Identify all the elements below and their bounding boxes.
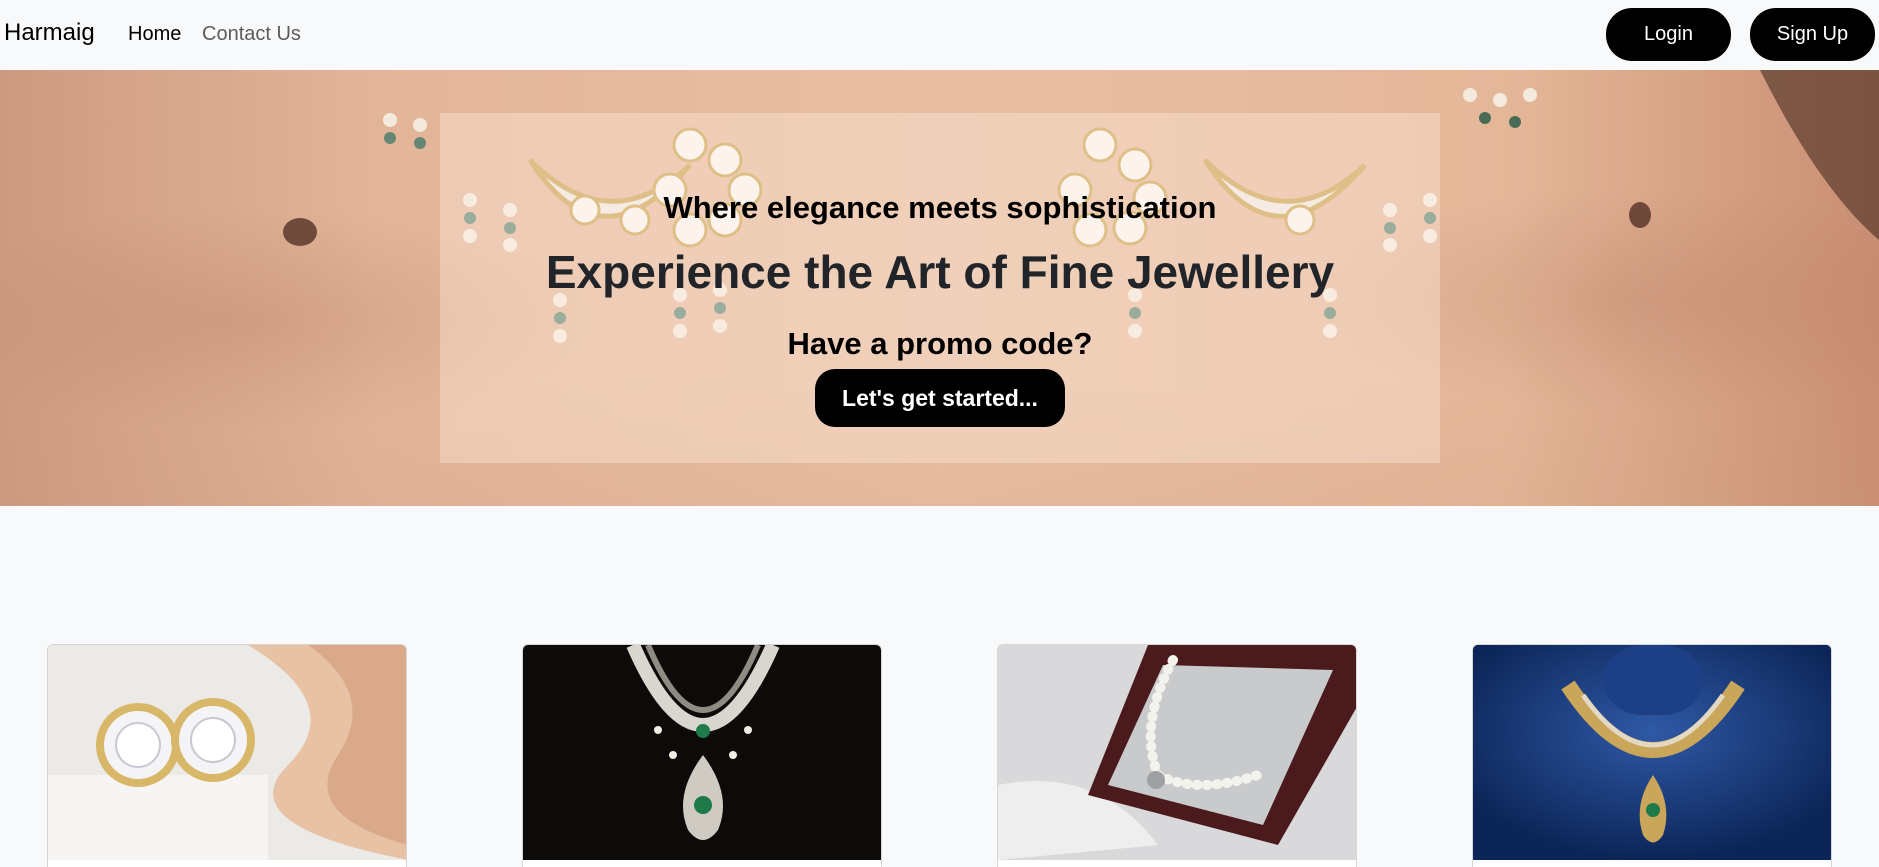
get-started-button[interactable]: Let's get started...	[815, 369, 1065, 427]
diamond-stud-earrings-image	[48, 645, 406, 860]
top-navbar: Harmaig Home Contact Us Login Sign Up	[0, 0, 1879, 70]
diamond-emerald-necklace-image	[523, 645, 881, 860]
product-card[interactable]	[47, 644, 407, 867]
hero-banner: Where elegance meets sophistication Expe…	[0, 70, 1879, 506]
promo-code-prompt: Have a promo code?	[787, 326, 1093, 361]
product-card[interactable]	[1472, 644, 1832, 867]
product-card[interactable]	[997, 644, 1357, 867]
pearl-necklace-box-image	[998, 645, 1356, 860]
login-button[interactable]: Login	[1606, 8, 1731, 61]
signup-button[interactable]: Sign Up	[1750, 8, 1875, 61]
nav-link-contact-us[interactable]: Contact Us	[202, 23, 301, 46]
hero-headline: Experience the Art of Fine Jewellery	[545, 246, 1335, 298]
hero-text-panel: Where elegance meets sophistication Expe…	[440, 113, 1440, 463]
hero-tagline: Where elegance meets sophistication	[663, 190, 1217, 225]
nav-link-home[interactable]: Home	[128, 23, 181, 46]
product-card[interactable]	[522, 644, 882, 867]
gold-emerald-necklace-image	[1473, 645, 1831, 860]
brand-logo[interactable]: Harmaig	[4, 19, 95, 47]
